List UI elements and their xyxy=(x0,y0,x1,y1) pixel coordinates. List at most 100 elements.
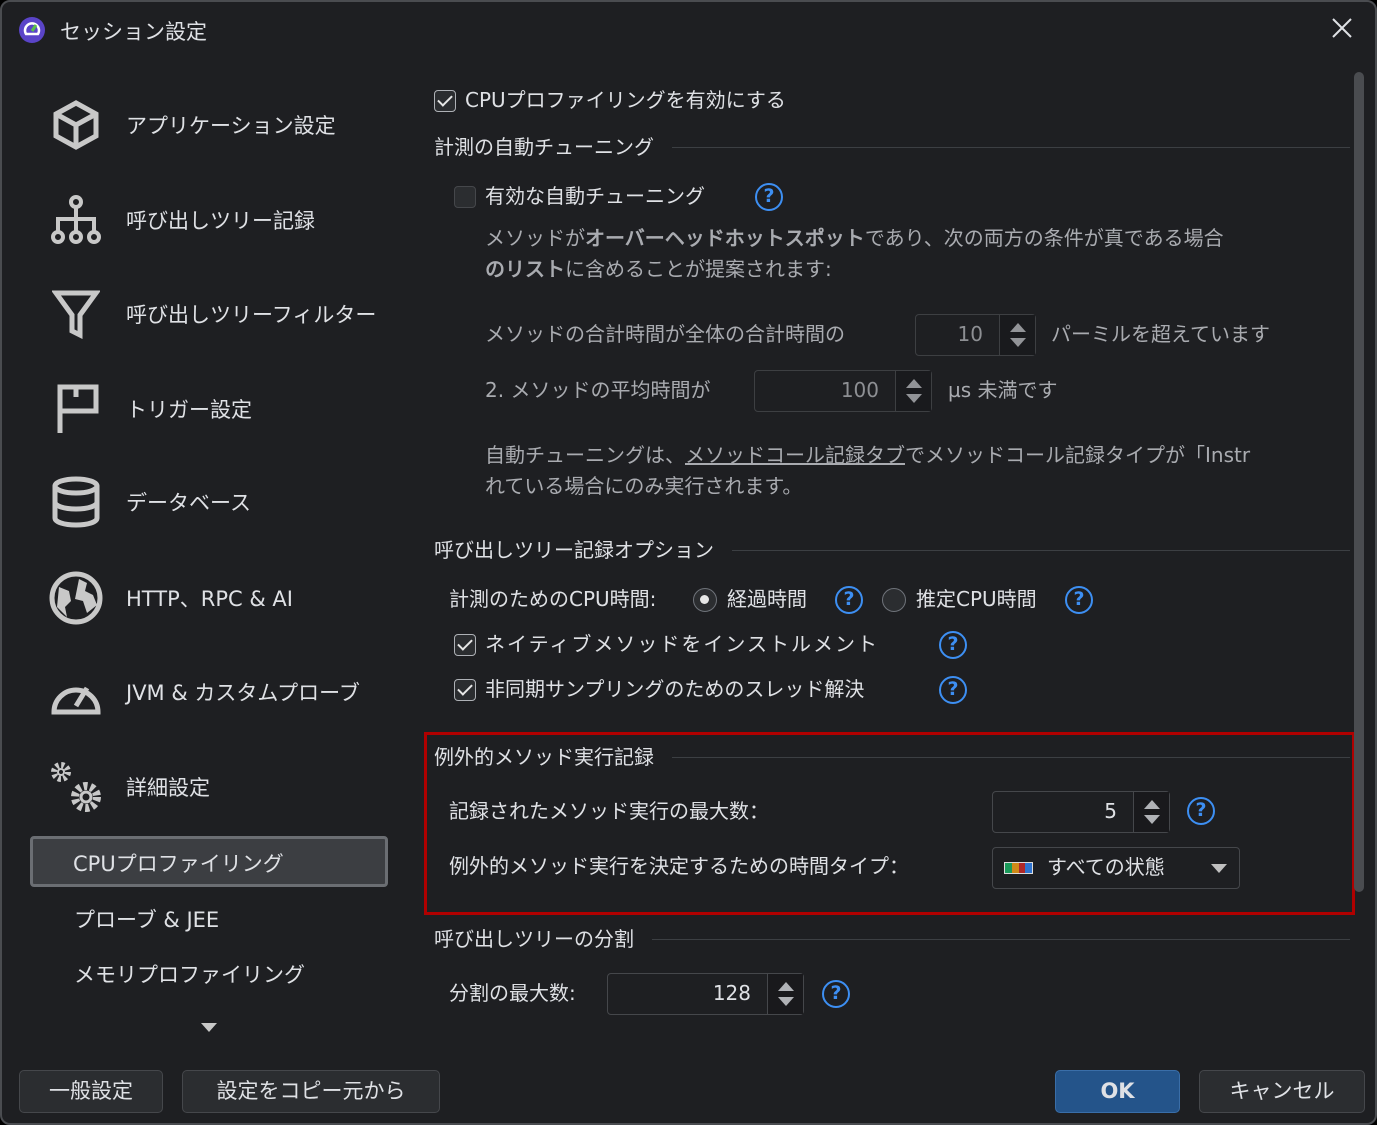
sidebar-item-application[interactable]: アプリケーション設定 xyxy=(48,97,336,153)
divider xyxy=(652,938,1350,940)
max-recorded-runs-spinner[interactable]: 5 xyxy=(992,791,1170,833)
gears-icon xyxy=(48,759,104,815)
elapsed-time-label: 経過時間 xyxy=(727,587,807,611)
flag-icon xyxy=(48,381,104,437)
time-type-label: 例外的メソッド実行を決定するための時間タイプ： xyxy=(449,854,909,878)
sidebar-item-http[interactable]: HTTP、RPC & AI xyxy=(48,570,293,626)
method-call-recording-tab-link[interactable]: メソッドコール記録タブ xyxy=(685,443,905,467)
section-call-tree-options: 呼び出しツリー記録オプション xyxy=(434,537,1350,563)
sidebar-item-label: HTTP、RPC & AI xyxy=(126,587,293,611)
section-call-tree-splitting: 呼び出しツリーの分割 xyxy=(434,926,1350,952)
help-icon[interactable]: ? xyxy=(835,586,863,614)
time-type-dropdown[interactable]: すべての状態 xyxy=(992,847,1240,889)
gauge-icon xyxy=(48,664,104,720)
divider xyxy=(672,756,1350,758)
max-splits-label: 分割の最大数: xyxy=(449,981,576,1005)
globe-icon xyxy=(48,570,104,626)
max-recorded-runs-label: 記録されたメソッド実行の最大数： xyxy=(449,799,769,823)
help-icon[interactable]: ? xyxy=(939,631,967,659)
text: メソッドが xyxy=(485,226,585,250)
chevron-down-icon xyxy=(1211,864,1227,881)
copy-settings-button[interactable]: 設定をコピー元から xyxy=(182,1070,440,1113)
thread-states-icon xyxy=(1004,862,1033,874)
sidebar-subitem-probes[interactable]: プローブ & JEE xyxy=(74,904,219,934)
auto-tuning-checkbox[interactable] xyxy=(454,186,476,208)
spinner-value: 100 xyxy=(840,378,879,402)
estimated-cpu-time-radio[interactable] xyxy=(882,588,906,612)
close-icon[interactable] xyxy=(1330,16,1354,44)
filter-icon xyxy=(48,286,104,342)
sidebar-item-label: 呼び出しツリーフィルター xyxy=(126,303,377,327)
sidebar-item-label: アプリケーション設定 xyxy=(126,114,336,138)
window-title: セッション設定 xyxy=(60,20,207,44)
auto-tuning-label: 有効な自動チューニング xyxy=(485,184,705,208)
sidebar-scroll-down-icon[interactable] xyxy=(201,1023,217,1040)
sidebar-item-label: トリガー設定 xyxy=(126,398,252,422)
elapsed-time-radio[interactable] xyxy=(693,588,717,612)
time-type-value: すべての状態 xyxy=(1047,855,1165,879)
condition-2-suffix: µs 未満です xyxy=(948,378,1058,402)
sidebar-item-label: 詳細設定 xyxy=(126,776,210,800)
cancel-button[interactable]: キャンセル xyxy=(1199,1070,1365,1113)
scrollbar[interactable] xyxy=(1354,72,1364,892)
text-bold: のリスト xyxy=(485,257,565,281)
sidebar-subitem-cpu-profiling[interactable]: CPUプロファイリング xyxy=(30,836,388,887)
async-thread-resolution-checkbox[interactable] xyxy=(454,679,476,701)
sidebar-item-label: JVM & カスタムプローブ xyxy=(126,681,360,705)
condition-2-prefix: 2. メソッドの平均時間が xyxy=(485,378,711,402)
sidebar-item-label: データベース xyxy=(126,491,251,515)
divider xyxy=(672,146,1350,148)
auto-tuning-description: メソッドがオーバーヘッドホットスポットであり、次の両方の条件が真である場合 xyxy=(485,225,1224,251)
cpu-time-label: 計測のためのCPU時間: xyxy=(449,587,657,611)
instrument-native-label: ネイティブメソッドをインストルメント xyxy=(485,632,879,656)
instrument-native-checkbox[interactable] xyxy=(454,634,476,656)
section-title: 計測の自動チューニング xyxy=(434,135,654,159)
enable-cpu-profiling-checkbox[interactable] xyxy=(434,90,456,112)
sidebar-item-call-tree-filter[interactable]: 呼び出しツリーフィルター xyxy=(48,286,376,342)
section-title: 呼び出しツリーの分割 xyxy=(434,927,634,951)
condition-1-prefix: メソッドの合計時間が全体の合計時間の xyxy=(485,322,845,346)
spinner-arrows[interactable] xyxy=(895,371,931,411)
spinner-arrows[interactable] xyxy=(1133,792,1169,832)
section-exceptional-method-runs: 例外的メソッド実行記録 xyxy=(434,744,1350,770)
async-thread-resolution-label: 非同期サンプリングのためのスレッド解決 xyxy=(485,677,865,701)
help-icon[interactable]: ? xyxy=(822,980,850,1008)
spinner-value: 128 xyxy=(712,981,751,1005)
text: 自動チューニングは、 xyxy=(485,443,685,467)
enable-cpu-profiling-label: CPUプロファイリングを有効にする xyxy=(465,88,786,112)
spinner-arrows[interactable] xyxy=(999,315,1035,355)
sidebar-subitem-memory[interactable]: メモリプロファイリング xyxy=(74,959,305,989)
help-icon[interactable]: ? xyxy=(1065,586,1093,614)
auto-tuning-note: 自動チューニングは、メソッドコール記録タブでメソッドコール記録タイプが「Inst… xyxy=(485,442,1351,468)
condition-1-suffix: パーミルを超えています xyxy=(1051,322,1270,346)
general-settings-button[interactable]: 一般設定 xyxy=(19,1070,163,1113)
app-icon xyxy=(18,16,46,48)
total-time-permille-spinner[interactable]: 10 xyxy=(915,314,1036,356)
help-icon[interactable]: ? xyxy=(755,183,783,211)
sidebar-item-advanced[interactable]: 詳細設定 xyxy=(48,759,210,815)
sidebar-item-call-tree[interactable]: 呼び出しツリー記録 xyxy=(48,192,315,248)
sidebar-item-database[interactable]: データベース xyxy=(48,474,251,530)
ok-button[interactable]: OK xyxy=(1055,1070,1180,1113)
section-title: 例外的メソッド実行記録 xyxy=(434,745,654,769)
spinner-value: 5 xyxy=(1104,799,1117,823)
auto-tuning-description-2: のリストに含めることが提案されます: xyxy=(485,256,832,282)
max-splits-spinner[interactable]: 128 xyxy=(607,973,804,1015)
help-icon[interactable]: ? xyxy=(939,676,967,704)
database-icon xyxy=(48,474,104,530)
average-time-spinner[interactable]: 100 xyxy=(754,370,932,412)
sidebar-item-triggers[interactable]: トリガー設定 xyxy=(48,381,252,437)
sidebar-item-jvm[interactable]: JVM & カスタムプローブ xyxy=(48,664,360,720)
help-icon[interactable]: ? xyxy=(1187,797,1215,825)
section-title: 呼び出しツリー記録オプション xyxy=(434,538,714,562)
text-bold: オーバーヘッドホットスポット xyxy=(585,226,865,250)
text: でメソッドコール記録タイプが「Instr xyxy=(905,443,1251,467)
tree-icon xyxy=(48,192,104,248)
spinner-arrows[interactable] xyxy=(767,974,803,1014)
sidebar-item-label: 呼び出しツリー記録 xyxy=(126,209,315,233)
session-settings-dialog: セッション設定 アプリケーション設定 呼び出しツリー記録 呼び出しツリーフィルタ… xyxy=(0,0,1377,1125)
text: であり、次の両方の条件が真である場合 xyxy=(864,226,1224,250)
divider xyxy=(732,549,1350,551)
auto-tuning-note-2: れている場合にのみ実行されます。 xyxy=(485,474,803,498)
text: に含めることが提案されます: xyxy=(565,257,832,281)
